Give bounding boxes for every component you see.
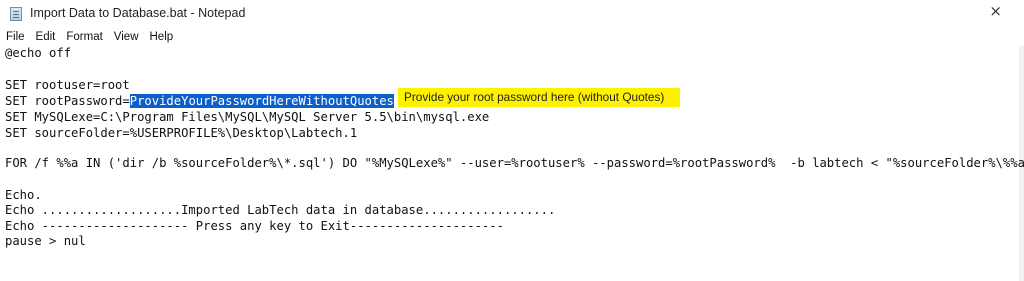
code-line[interactable]: pause > nul (5, 234, 86, 249)
close-icon[interactable]: × (989, 4, 1002, 19)
window-title: Import Data to Database.bat - Notepad (30, 6, 246, 20)
code-line[interactable]: SET rootuser=root (5, 78, 130, 93)
menu-help[interactable]: Help (146, 31, 178, 43)
code-line[interactable]: @echo off (5, 46, 71, 61)
code-line[interactable]: SET sourceFolder=%USERPROFILE%\Desktop\L… (5, 126, 357, 141)
code-line[interactable]: Echo ...................Imported LabTech… (5, 203, 555, 218)
code-line[interactable]: Echo -------------------- Press any key … (5, 219, 504, 234)
menu-edit[interactable]: Edit (32, 31, 60, 43)
menu-view[interactable]: View (110, 31, 143, 43)
annotation-callout: Provide your root password here (without… (398, 88, 680, 107)
code-line-text[interactable]: SET rootPassword= (5, 94, 130, 108)
menu-format[interactable]: Format (62, 31, 106, 43)
code-line[interactable]: FOR /f %%a IN ('dir /b %sourceFolder%\*.… (5, 156, 1024, 171)
menu-file[interactable]: File (2, 31, 29, 43)
menu-bar: File Edit Format View Help (0, 28, 1024, 46)
selected-text[interactable]: ProvideYourPasswordHereWithoutQuotes (129, 94, 394, 108)
title-bar: Import Data to Database.bat - Notepad × (0, 0, 1024, 29)
code-line[interactable]: SET MySQLexe=C:\Program Files\MySQL\MySQ… (5, 110, 489, 125)
notepad-icon (10, 7, 22, 21)
code-line[interactable]: Echo. (5, 188, 42, 203)
code-line-password[interactable]: SET rootPassword=ProvideYourPasswordHere… (5, 94, 394, 109)
